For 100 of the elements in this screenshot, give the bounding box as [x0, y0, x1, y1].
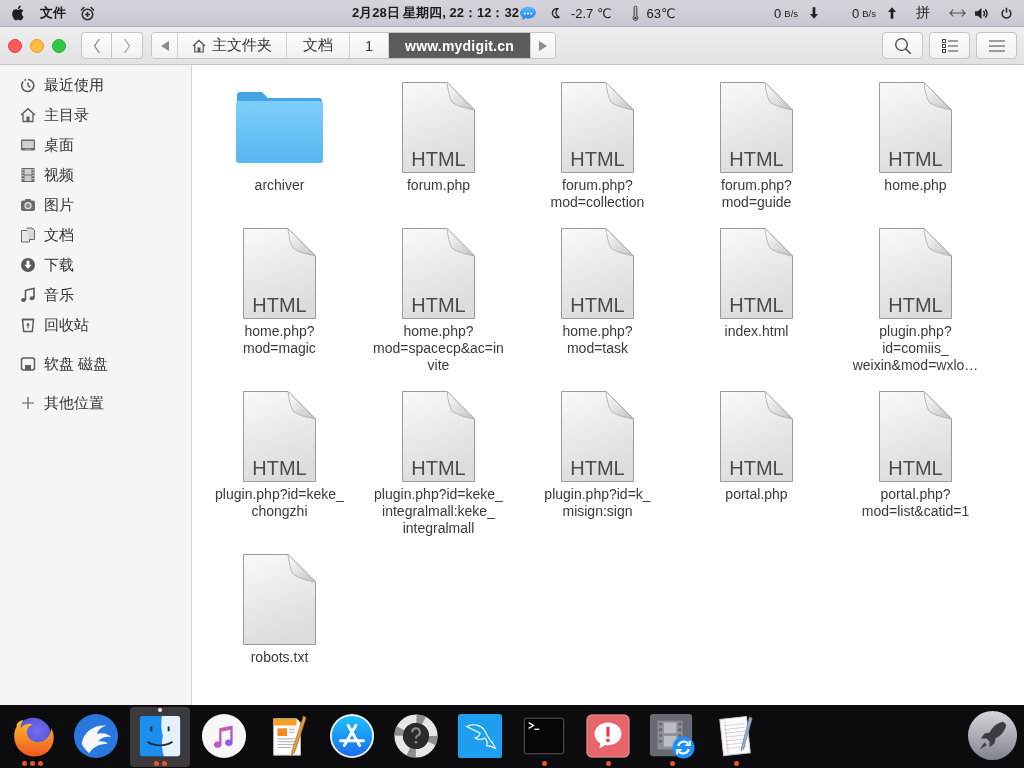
sidebar-item[interactable]: 软盘 磁盘: [0, 349, 191, 379]
breadcrumb-button[interactable]: 1: [349, 33, 389, 58]
document-icon[interactable]: [720, 227, 793, 319]
left-triangle-icon: [160, 40, 169, 51]
sidebar-item[interactable]: 图片: [0, 190, 191, 220]
sidebar-item[interactable]: 最近使用: [0, 70, 191, 100]
film-strip-icon: [20, 167, 36, 183]
clock-icon: [20, 77, 36, 93]
sidebar-item[interactable]: 主目录: [0, 100, 191, 130]
file-type-label: HTML: [410, 294, 467, 315]
trash-icon: [20, 317, 36, 333]
search-button[interactable]: [882, 32, 923, 59]
download-arrow-icon: [810, 7, 819, 19]
sidebar-item[interactable]: 文档: [0, 220, 191, 250]
bird-icon[interactable]: [73, 713, 119, 759]
alarm-clock-icon[interactable]: [80, 5, 95, 21]
sidebar-item[interactable]: 回收站: [0, 310, 191, 340]
speed-unit: B/s: [784, 7, 799, 19]
file-name[interactable]: home.php? mod=magic: [241, 323, 318, 357]
file-name[interactable]: plugin.php? id=comiis_ weixin&mod=wxlo…: [850, 323, 981, 374]
document-icon[interactable]: [402, 390, 475, 482]
file-name[interactable]: portal.php? mod=list&catid=1: [859, 486, 972, 520]
download-icon: [20, 257, 36, 273]
file-name[interactable]: home.php? mod=spacecp&ac=in vite: [371, 323, 506, 374]
screen-icon: [20, 137, 36, 153]
power-icon[interactable]: [1001, 7, 1012, 19]
music-note-icon: [20, 287, 36, 303]
document-icon[interactable]: [243, 553, 316, 645]
file-name[interactable]: plugin.php?id=keke_ chongzhi: [213, 486, 346, 520]
menu-button[interactable]: [976, 32, 1017, 59]
sidebar-item[interactable]: 音乐: [0, 280, 191, 310]
file-type-label: HTML: [728, 294, 785, 315]
document-icon[interactable]: [720, 390, 793, 482]
breadcrumb-button[interactable]: www.mydigit.cn: [388, 33, 530, 58]
film-sync-icon[interactable]: [649, 713, 695, 759]
file-name[interactable]: plugin.php?id=keke_ integralmall:keke_ integralmall: [372, 486, 505, 537]
camera-icon: [20, 197, 36, 213]
document-icon[interactable]: [402, 227, 475, 319]
sidebar-item[interactable]: 桌面: [0, 130, 191, 160]
document-icon[interactable]: [243, 390, 316, 482]
scroll-left-button[interactable]: [152, 33, 177, 58]
file-name[interactable]: home.php: [882, 177, 949, 194]
file-name[interactable]: home.php? mod=task: [560, 323, 635, 357]
left-chevron-icon: [92, 37, 101, 54]
document-icon[interactable]: [879, 390, 952, 482]
sidebar-item[interactable]: 下载: [0, 250, 191, 280]
dock-item[interactable]: [130, 707, 190, 767]
document-icon[interactable]: [561, 390, 634, 482]
dolphin-icon[interactable]: [457, 713, 503, 759]
speed-value: 0: [774, 5, 782, 21]
file-name[interactable]: portal.php: [723, 486, 790, 503]
moon-icon[interactable]: [550, 7, 560, 19]
file-type-label: HTML: [887, 457, 944, 478]
documents-icon: [20, 227, 36, 243]
letter-a-icon[interactable]: [329, 713, 375, 759]
network-arrows-icon[interactable]: [949, 8, 966, 18]
music-note-icon[interactable]: [201, 713, 247, 759]
file-name[interactable]: forum.php? mod=guide: [719, 177, 794, 211]
home-icon: [20, 107, 36, 123]
speed-unit: B/s: [862, 7, 876, 19]
scroll-right-button[interactable]: [529, 33, 555, 58]
document-icon[interactable]: [720, 81, 793, 173]
apple-logo-icon[interactable]: [11, 5, 24, 21]
breadcrumb-button[interactable]: 主文件夹: [177, 33, 286, 58]
folder-icon[interactable]: [235, 90, 324, 164]
file-name[interactable]: forum.php? mod=collection: [548, 177, 647, 211]
input-method-indicator[interactable]: 拼: [916, 4, 930, 22]
document-icon[interactable]: [402, 81, 475, 173]
volume-icon[interactable]: [974, 6, 989, 20]
smiling-face-icon[interactable]: [137, 713, 183, 759]
speed-value: 0: [852, 5, 860, 21]
home-icon: [192, 38, 206, 53]
weather-temperature: -2.7 ℃: [570, 5, 612, 21]
thermometer-icon[interactable]: [631, 5, 639, 21]
plus-icon: [20, 395, 36, 411]
right-chevron-icon: [123, 37, 131, 54]
file-type-label: HTML: [569, 294, 626, 315]
exclamation-bubble-icon[interactable]: [585, 713, 631, 759]
document-icon[interactable]: [243, 227, 316, 319]
file-type-label: HTML: [728, 457, 785, 478]
document-icon[interactable]: [561, 81, 634, 173]
breadcrumb-button[interactable]: 文档: [286, 33, 349, 58]
cpu-temperature: 63℃: [646, 5, 676, 21]
close-button[interactable]: [8, 38, 22, 53]
document-icon[interactable]: [879, 81, 952, 173]
lifebuoy-icon[interactable]: [393, 713, 439, 759]
sidebar-item[interactable]: 视频: [0, 160, 191, 190]
file-name[interactable]: robots.txt: [248, 649, 311, 666]
document-icon[interactable]: [879, 227, 952, 319]
menu-item[interactable]: 文件: [40, 4, 66, 22]
file-name[interactable]: forum.php: [404, 177, 472, 194]
file-name[interactable]: archiver: [252, 177, 307, 194]
file-name[interactable]: index.html: [722, 323, 791, 340]
rocket-icon[interactable]: [966, 710, 1018, 761]
sidebar-item[interactable]: 其他位置: [0, 388, 191, 418]
file-type-label: HTML: [569, 457, 626, 478]
clock-text[interactable]: 2月28日 星期四, 22：12：32: [352, 4, 519, 22]
document-icon[interactable]: [561, 227, 634, 319]
file-name[interactable]: plugin.php?id=k_ misign:sign: [542, 486, 653, 520]
view-options-button[interactable]: [929, 32, 970, 59]
